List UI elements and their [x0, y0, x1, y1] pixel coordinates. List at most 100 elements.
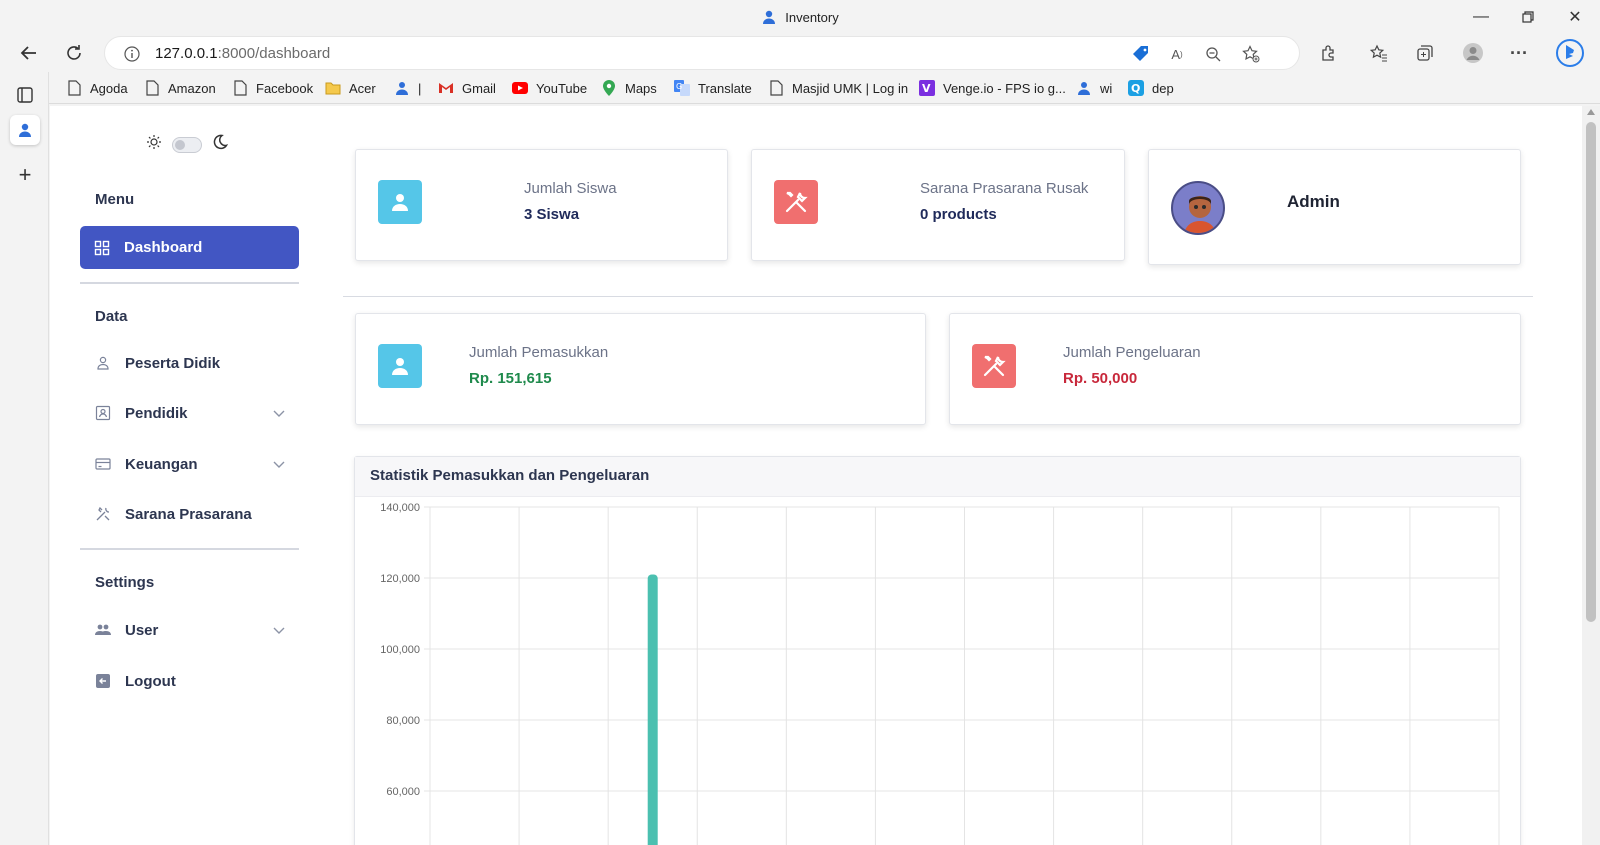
sun-icon: [146, 134, 162, 155]
bookmark-facebook[interactable]: Facebook: [232, 78, 313, 98]
coupon-tag-icon[interactable]: [1131, 44, 1151, 64]
bookmark-translate[interactable]: G Translate: [674, 78, 752, 98]
sidebar-item-label: User: [125, 621, 159, 639]
active-tab-profile-icon[interactable]: [10, 115, 40, 145]
scroll-up-arrow-icon[interactable]: [1587, 109, 1595, 115]
chevron-down-icon[interactable]: [273, 456, 285, 473]
sidebar-item-peserta-didik[interactable]: Peserta Didik: [95, 351, 285, 375]
read-aloud-icon[interactable]: A): [1167, 44, 1187, 64]
menu-section-title: Menu: [95, 191, 135, 208]
close-icon[interactable]: ✕: [1560, 4, 1590, 30]
bookmark-agoda[interactable]: Agoda: [66, 78, 128, 98]
grid-icon: [94, 240, 110, 256]
add-favorite-icon[interactable]: [1241, 44, 1261, 64]
card-label: Jumlah Siswa: [524, 180, 617, 197]
tab-actions-icon[interactable]: [10, 80, 40, 110]
sidebar-item-dashboard[interactable]: Dashboard: [80, 226, 299, 269]
extensions-icon[interactable]: [1316, 40, 1342, 66]
more-options-icon[interactable]: ···: [1506, 40, 1532, 66]
chevron-down-icon[interactable]: [273, 622, 285, 639]
copilot-icon[interactable]: [1554, 37, 1586, 69]
chevron-down-icon[interactable]: [273, 405, 285, 422]
profile-icon: [394, 80, 410, 96]
sidebar-item-label: Dashboard: [124, 239, 203, 256]
venge-icon: V: [919, 80, 935, 96]
page-icon: [232, 80, 248, 96]
page-scrollbar[interactable]: [1582, 106, 1600, 845]
site-info-icon[interactable]: [123, 45, 141, 68]
title-bar: Inventory — ✕: [0, 0, 1600, 34]
bookmark-wi[interactable]: wi: [1076, 78, 1112, 98]
sidebar: Menu Dashboard Data Peserta Didik Pendid…: [50, 106, 350, 845]
svg-text:Q: Q: [1131, 82, 1140, 95]
refresh-icon[interactable]: [59, 38, 89, 68]
bookmark-masjid[interactable]: Masjid UMK | Log in: [768, 78, 908, 98]
income-tile-icon: [378, 344, 422, 388]
sidebar-item-label: Keuangan: [125, 455, 198, 473]
page-icon: [66, 80, 82, 96]
bookmark-maps[interactable]: Maps: [601, 78, 657, 98]
window-title: Inventory: [0, 9, 1600, 28]
credit-card-icon: [95, 456, 111, 472]
back-icon[interactable]: [14, 38, 44, 68]
card-jumlah-pengeluaran: Jumlah Pengeluaran Rp. 50,000: [949, 313, 1521, 425]
avatar: [1171, 181, 1225, 235]
profile-icon: [761, 9, 777, 28]
youtube-icon: [512, 80, 528, 96]
y-tick-label: 80,000: [386, 715, 420, 727]
users-icon: [95, 622, 111, 638]
section-divider: [343, 296, 1533, 297]
sidebar-item-keuangan[interactable]: Keuangan: [95, 452, 285, 476]
theme-toggle[interactable]: [146, 134, 229, 155]
new-tab-icon[interactable]: +: [10, 160, 40, 190]
card-value: Rp. 151,615: [469, 370, 552, 387]
restore-icon[interactable]: [1513, 4, 1543, 30]
sidebar-item-pendidik[interactable]: Pendidik: [95, 401, 285, 425]
bookmark-gmail[interactable]: Gmail: [438, 78, 496, 98]
sidebar-item-user[interactable]: User: [95, 618, 285, 642]
favorites-icon[interactable]: [1366, 40, 1392, 66]
bar[interactable]: [647, 574, 658, 845]
sidebar-item-label: Pendidik: [125, 404, 188, 422]
tools-icon: [95, 506, 111, 522]
collections-icon[interactable]: [1412, 40, 1438, 66]
dark-mode-switch[interactable]: [172, 136, 202, 153]
bookmark-acer[interactable]: Acer: [325, 78, 376, 98]
sidebar-item-label: Peserta Didik: [125, 354, 221, 372]
folder-icon: [325, 80, 341, 96]
scroll-thumb[interactable]: [1586, 122, 1596, 622]
bookmark-venge[interactable]: V Venge.io - FPS io g...: [919, 78, 1066, 98]
bookmark-dep[interactable]: Qdep: [1128, 78, 1174, 98]
expense-tools-tile-icon: [972, 344, 1016, 388]
card-jumlah-pemasukkan: Jumlah Pemasukkan Rp. 151,615: [355, 313, 926, 425]
admin-name: Admin: [1287, 192, 1340, 211]
card-value: 3 Siswa: [524, 206, 580, 223]
card-label: Jumlah Pemasukkan: [469, 344, 609, 361]
y-tick-label: 100,000: [380, 644, 420, 656]
card-value: 0 products: [920, 206, 997, 223]
settings-section-title: Settings: [95, 574, 155, 591]
card-value: Rp. 50,000: [1063, 370, 1138, 387]
sidebar-item-logout[interactable]: Logout: [95, 669, 285, 693]
profile-avatar-icon[interactable]: [1460, 40, 1486, 66]
dashboard-page: Menu Dashboard Data Peserta Didik Pendid…: [50, 106, 1582, 845]
zoom-out-icon[interactable]: [1203, 44, 1223, 64]
tools-tile-icon: [774, 180, 818, 224]
address-bar[interactable]: 127.0.0.1:8000/dashboard A): [104, 36, 1300, 70]
sidebar-item-label: Sarana Prasarana: [125, 505, 252, 523]
profile-icon: [1076, 80, 1092, 96]
user-icon: [95, 355, 111, 371]
income-expense-chart: 140,000 120,000 100,000 80,000 60,000: [380, 502, 1500, 845]
q-app-icon: Q: [1128, 80, 1144, 96]
bookmark-profile[interactable]: |: [394, 78, 421, 98]
moon-icon: [212, 134, 229, 155]
minimize-icon[interactable]: —: [1466, 4, 1496, 30]
bookmark-amazon[interactable]: Amazon: [144, 78, 216, 98]
bookmark-youtube[interactable]: YouTube: [512, 78, 587, 98]
url-text[interactable]: 127.0.0.1:8000/dashboard: [155, 45, 330, 62]
gmail-icon: [438, 80, 454, 96]
y-tick-label: 120,000: [380, 573, 420, 585]
card-admin[interactable]: Admin: [1148, 149, 1521, 265]
sidebar-item-sarana-prasarana[interactable]: Sarana Prasarana: [95, 502, 285, 526]
logout-icon: [95, 673, 111, 689]
